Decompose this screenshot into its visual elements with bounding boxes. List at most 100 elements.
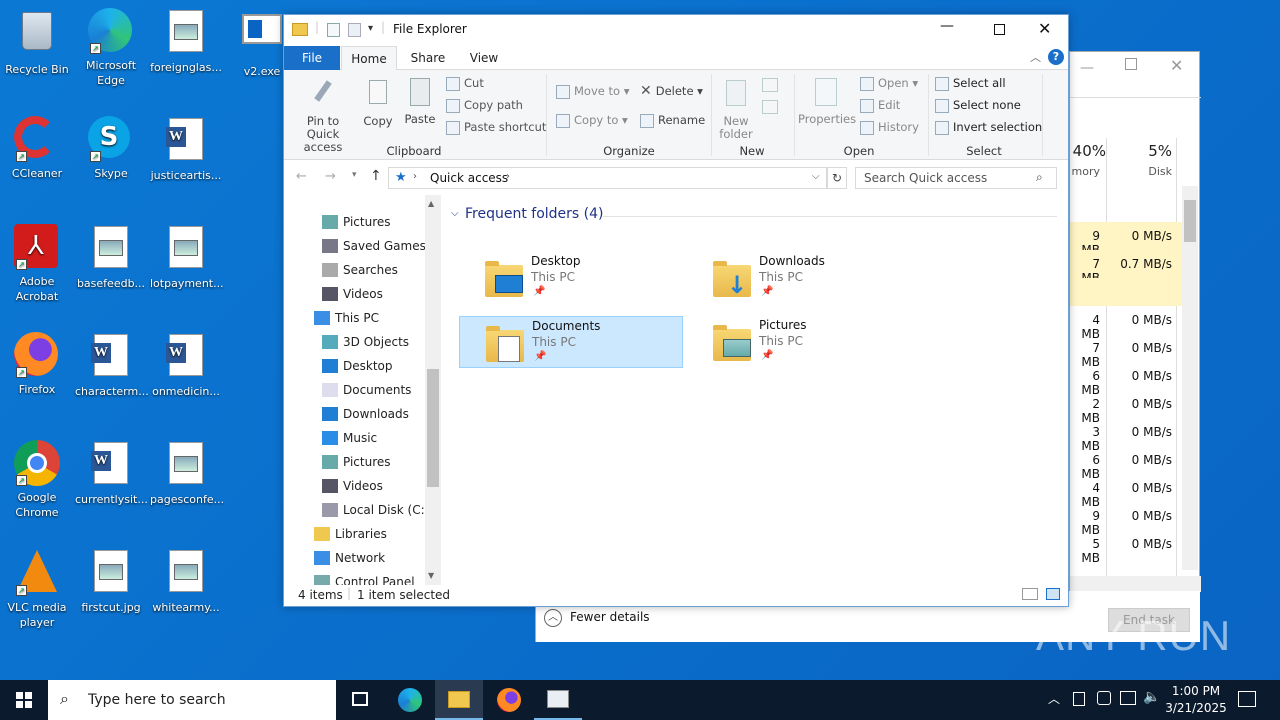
scroll-down-icon[interactable]: ▼ xyxy=(428,571,434,580)
desktop-file-firstcut[interactable]: firstcut.jpg xyxy=(75,548,147,615)
desktop-icon-ccleaner[interactable]: ↗ CCleaner xyxy=(1,116,73,181)
file-explorer-window[interactable]: | ▾ | File Explorer — ✕ File Home Share … xyxy=(283,14,1069,607)
task-manager-row[interactable]: 9 MB0 MB/s xyxy=(1070,502,1182,537)
frequent-folders-header[interactable]: Frequent folders (4) xyxy=(465,206,604,222)
task-manager-window[interactable]: — ✕ 40% mory 5% Disk 9 MB0 MB/s7 MB0.7 M… xyxy=(1069,51,1201,592)
desktop-file-pagesconfe[interactable]: pagesconfe... xyxy=(150,440,224,507)
history-button[interactable]: History xyxy=(860,118,919,136)
task-manager-row[interactable] xyxy=(1070,278,1182,306)
nav-item[interactable]: Network xyxy=(314,547,385,569)
task-manager-row[interactable]: 4 MB 0 MB/s xyxy=(1070,306,1182,341)
task-manager-row[interactable]: 7 MB 0 MB/s xyxy=(1070,334,1182,369)
desktop-file-currentlysit[interactable]: W currentlysit... xyxy=(75,440,148,507)
large-icons-view-icon[interactable] xyxy=(1046,588,1060,600)
paste-shortcut-button[interactable]: Paste shortcut xyxy=(446,118,546,136)
nav-item[interactable]: 3D Objects xyxy=(322,331,409,353)
scroll-up-icon[interactable]: ▲ xyxy=(428,199,434,208)
nav-scroll-thumb[interactable] xyxy=(427,369,439,487)
back-arrow-icon[interactable]: ← xyxy=(296,169,307,184)
easy-access-icon[interactable] xyxy=(762,100,778,114)
refresh-icon[interactable]: ↻ xyxy=(827,167,847,189)
invert-selection-button[interactable]: Invert selection xyxy=(935,118,1042,136)
task-manager-row[interactable]: 2 MB 0 MB/s xyxy=(1070,390,1182,425)
desktop-icon-acrobat[interactable]: ⅄ ↗ Adobe Acrobat xyxy=(1,224,73,304)
task-manager-row[interactable]: 4 MB 0 MB/s xyxy=(1070,474,1182,509)
task-manager-row[interactable]: 7 MB0.7 MB/s xyxy=(1070,250,1182,285)
nav-item[interactable]: Pictures xyxy=(322,451,391,473)
delete-button[interactable]: ✕ Delete ▾ xyxy=(640,82,703,100)
tab-view[interactable]: View xyxy=(458,46,510,70)
search-box[interactable]: Search Quick access ⌕ xyxy=(855,167,1057,189)
address-bar[interactable]: ★ › Quick access › ⌵ xyxy=(388,167,827,189)
desktop-icon-chrome[interactable]: ↗ Google Chrome xyxy=(1,440,73,520)
desktop-icon-skype[interactable]: S ↗ Skype xyxy=(75,116,147,181)
paste-button[interactable]: Paste xyxy=(402,76,438,126)
help-icon[interactable]: ? xyxy=(1048,49,1064,65)
details-view-icon[interactable] xyxy=(1022,588,1038,600)
nav-item[interactable]: Searches xyxy=(322,259,398,281)
task-manager-row[interactable]: 6 MB 0 MB/s xyxy=(1070,446,1182,481)
desktop-file-foreignglas[interactable]: foreignglas... xyxy=(150,8,222,75)
nav-item[interactable]: Videos xyxy=(322,475,383,497)
volume-icon[interactable]: 🔈 xyxy=(1143,689,1160,705)
show-hidden-icons-icon[interactable]: ︿ xyxy=(1048,690,1060,707)
task-manager-scrollbar[interactable] xyxy=(1182,186,1198,570)
copy-to-button[interactable]: Copy to ▾ xyxy=(556,111,628,129)
task-manager-hscrollbar[interactable] xyxy=(1070,576,1201,592)
qat-dropdown-icon[interactable]: ▾ xyxy=(368,23,373,34)
nav-item[interactable]: Saved Games xyxy=(322,235,426,257)
nav-item[interactable]: Downloads xyxy=(322,403,409,425)
battery-icon[interactable] xyxy=(1073,692,1085,706)
new-folder-qat-icon[interactable] xyxy=(348,23,361,37)
folder-desktop[interactable]: Desktop This PC 📌 xyxy=(459,252,683,304)
cut-button[interactable]: Cut xyxy=(446,74,484,92)
maximize-icon[interactable] xyxy=(1125,58,1137,70)
notifications-icon[interactable] xyxy=(1238,691,1256,707)
network-icon[interactable] xyxy=(1120,691,1136,705)
taskbar-edge[interactable] xyxy=(386,680,434,720)
chevron-up-icon[interactable]: ︿ xyxy=(544,609,562,627)
copy-button[interactable]: Copy xyxy=(360,76,396,128)
new-item-icon[interactable] xyxy=(762,78,778,92)
nav-item[interactable]: Videos xyxy=(322,283,383,305)
taskbar-task-manager[interactable] xyxy=(534,680,582,720)
rename-button[interactable]: Rename xyxy=(640,111,705,129)
task-manager-row[interactable]: 9 MB0 MB/s xyxy=(1070,222,1182,257)
nav-item[interactable]: Pictures xyxy=(322,211,391,233)
desktop-file-justiceartis[interactable]: W justiceartis... xyxy=(150,116,222,183)
task-manager-row[interactable]: 3 MB 0 MB/s xyxy=(1070,418,1182,453)
nav-scrollbar[interactable]: ▲ ▼ xyxy=(425,195,441,585)
collapse-ribbon-icon[interactable]: ︿ xyxy=(1030,49,1041,65)
edit-button[interactable]: Edit xyxy=(860,96,900,114)
task-manager-row[interactable]: 6 MB 0 MB/s xyxy=(1070,362,1182,397)
forward-arrow-icon[interactable]: → xyxy=(325,169,336,184)
properties-button[interactable]: Properties xyxy=(798,76,856,126)
address-dropdown-icon[interactable]: ⌵ xyxy=(812,171,820,182)
desktop-icon-recycle-bin[interactable]: Recycle Bin xyxy=(1,8,73,77)
nav-item[interactable]: This PC xyxy=(314,307,379,329)
open-button[interactable]: Open ▾ xyxy=(860,74,918,92)
tab-home[interactable]: Home xyxy=(341,46,397,71)
tab-file[interactable]: File xyxy=(284,46,340,70)
close-icon[interactable]: ✕ xyxy=(1170,56,1183,75)
desktop-file-onmedicin[interactable]: W onmedicin... xyxy=(150,332,222,399)
meet-now-icon[interactable] xyxy=(1097,691,1111,705)
nav-item[interactable]: Local Disk (C:) xyxy=(322,499,429,521)
task-view-button[interactable] xyxy=(336,680,384,720)
nav-item[interactable]: Documents xyxy=(322,379,411,401)
clock[interactable]: 1:00 PM 3/21/2025 xyxy=(1164,683,1228,717)
copy-path-button[interactable]: Copy path xyxy=(446,96,523,114)
move-to-button[interactable]: Move to ▾ xyxy=(556,82,629,100)
desktop-icon-edge[interactable]: ↗ Microsoft Edge xyxy=(75,8,147,88)
minimize-icon[interactable]: — xyxy=(1080,60,1094,76)
maximize-icon[interactable] xyxy=(994,24,1005,35)
desktop-file-whitearmy[interactable]: whitearmy... xyxy=(150,548,222,615)
taskbar-file-explorer[interactable] xyxy=(435,680,483,720)
nav-item[interactable]: Music xyxy=(322,427,377,449)
taskbar-firefox[interactable] xyxy=(485,680,533,720)
nav-item[interactable]: Libraries xyxy=(314,523,387,545)
recent-locations-icon[interactable]: ▾ xyxy=(352,170,357,180)
taskbar-search-box[interactable]: ⌕ Type here to search xyxy=(48,680,336,720)
new-folder-button[interactable]: New folder xyxy=(716,76,756,141)
desktop-file-basefeedb[interactable]: basefeedb... xyxy=(75,224,147,291)
